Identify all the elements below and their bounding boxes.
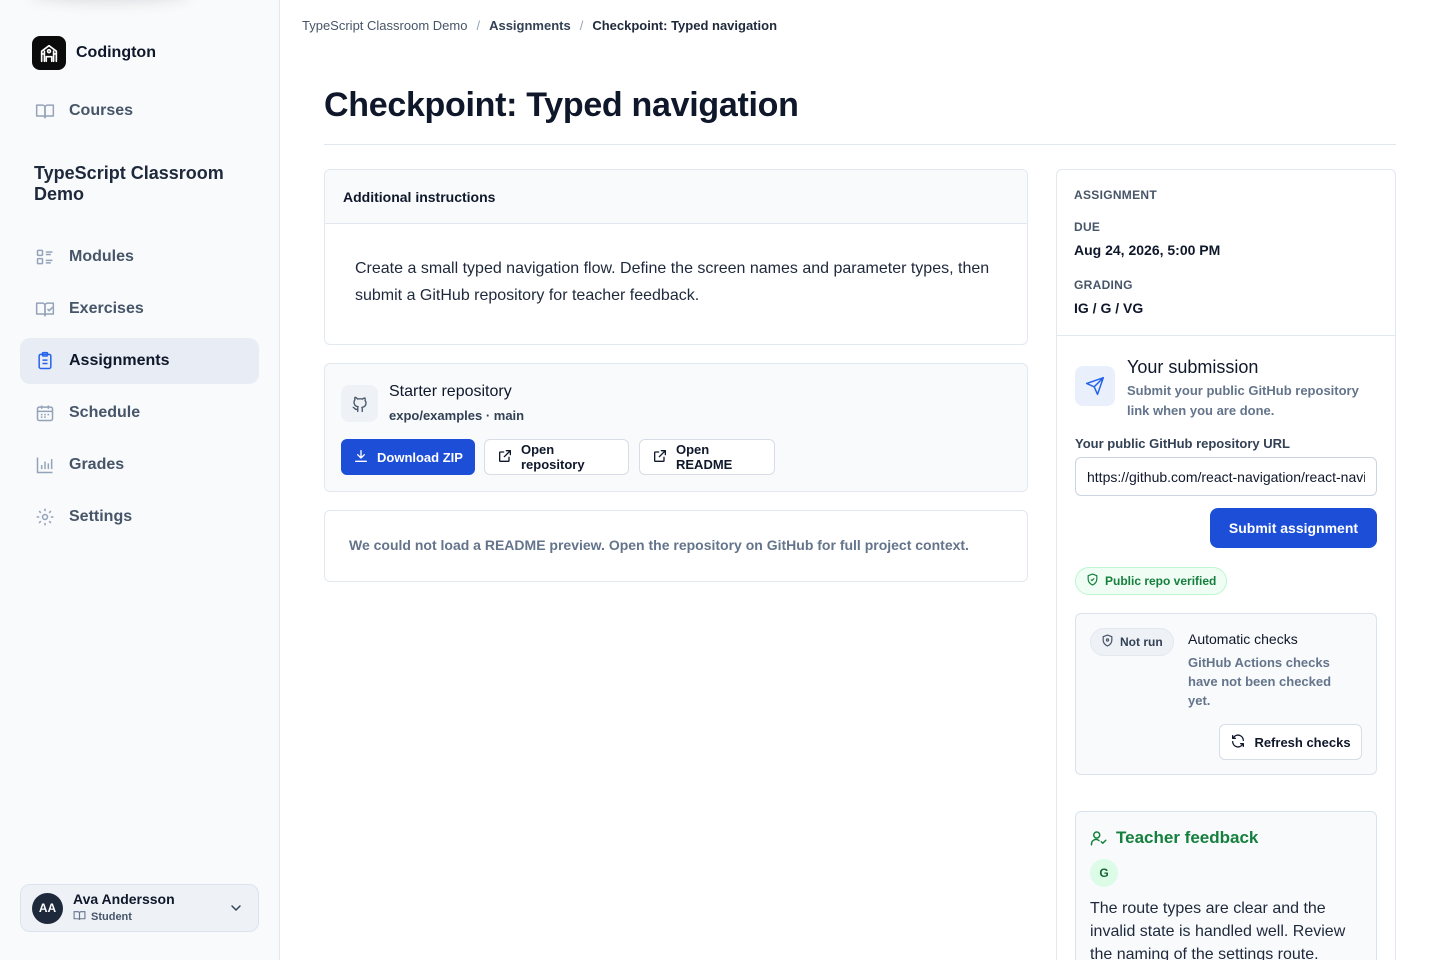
grading-label: GRADING bbox=[1074, 278, 1133, 292]
sidebar-item-label: Grades bbox=[69, 456, 125, 473]
breadcrumb-current: Checkpoint: Typed navigation bbox=[592, 18, 778, 33]
status-badge: Public repo verified bbox=[1075, 567, 1228, 595]
external-link-icon bbox=[652, 448, 668, 467]
brand-name: Codington bbox=[76, 44, 156, 61]
gear-icon bbox=[35, 507, 55, 527]
sidebar-item-label: Schedule bbox=[69, 404, 141, 421]
divider bbox=[1057, 335, 1395, 336]
user-menu[interactable]: AA Ava Andersson Student bbox=[20, 884, 259, 932]
starter-repo-card: Starter repository expo/examples · main … bbox=[324, 363, 1028, 492]
checks-title: Automatic checks bbox=[1188, 631, 1298, 647]
submission-description: Submit your public GitHub repository lin… bbox=[1127, 383, 1359, 418]
sidebar-item-label: Modules bbox=[69, 248, 134, 265]
submission-title: Your submission bbox=[1127, 357, 1259, 377]
checks-description: GitHub Actions checks have not been chec… bbox=[1188, 655, 1332, 708]
breadcrumb: TypeScript Classroom Demo / Assignments … bbox=[302, 18, 777, 33]
shield-icon bbox=[1101, 634, 1114, 650]
feedback-text: The route types are clear and the invali… bbox=[1090, 900, 1346, 960]
due-value: Aug 24, 2026, 5:00 PM bbox=[1074, 242, 1221, 258]
sidebar: Codington Courses TypeScript Classroom D… bbox=[0, 0, 280, 960]
sidebar-item-label: Exercises bbox=[69, 300, 144, 317]
assignment-section-label: ASSIGNMENT bbox=[1074, 188, 1158, 202]
refresh-checks-button[interactable]: Refresh checks bbox=[1219, 724, 1362, 760]
automatic-checks-card: Not run Automatic checks GitHub Actions … bbox=[1075, 613, 1377, 775]
sidebar-item-exercises[interactable]: Exercises bbox=[20, 286, 259, 332]
user-name: Ava Andersson bbox=[73, 891, 175, 907]
top-shadow bbox=[30, 0, 190, 4]
sidebar-item-settings[interactable]: Settings bbox=[20, 494, 259, 540]
readme-notice: We could not load a README preview. Open… bbox=[324, 510, 1028, 582]
repo-title: Starter repository bbox=[389, 383, 512, 400]
student-icon bbox=[73, 909, 86, 925]
download-icon bbox=[353, 448, 369, 467]
refresh-icon bbox=[1230, 733, 1246, 752]
breadcrumb-separator: / bbox=[579, 18, 584, 33]
due-label: DUE bbox=[1074, 220, 1101, 234]
feedback-title: Teacher feedback bbox=[1116, 828, 1259, 847]
assignment-panel: ASSIGNMENT DUE Aug 24, 2026, 5:00 PM GRA… bbox=[1056, 169, 1396, 960]
repo-branch: expo/examples · main bbox=[389, 408, 525, 423]
shield-check-icon bbox=[1086, 573, 1099, 589]
checks-status-label: Not run bbox=[1120, 635, 1163, 649]
instructions-heading: Additional instructions bbox=[325, 170, 1027, 224]
clipboard-icon bbox=[35, 351, 55, 371]
breadcrumb-course[interactable]: TypeScript Classroom Demo bbox=[302, 18, 467, 33]
open-readme-button[interactable]: Open README bbox=[639, 439, 775, 475]
calendar-icon bbox=[35, 403, 55, 423]
external-link-icon bbox=[497, 448, 513, 467]
user-role-label: Student bbox=[91, 911, 132, 923]
user-check-icon bbox=[1090, 829, 1108, 852]
page-title: Checkpoint: Typed navigation bbox=[324, 86, 799, 124]
school-logo-icon bbox=[32, 36, 66, 70]
send-icon bbox=[1075, 366, 1115, 406]
verified-label: Public repo verified bbox=[1105, 574, 1217, 588]
sidebar-item-label: Settings bbox=[69, 508, 133, 525]
breadcrumb-assignments[interactable]: Assignments bbox=[489, 18, 571, 33]
open-readme-label: Open README bbox=[676, 442, 733, 472]
sidebar-item-label: Courses bbox=[69, 102, 134, 119]
grade-badge: G bbox=[1090, 859, 1118, 887]
sidebar-item-modules[interactable]: Modules bbox=[20, 234, 259, 280]
divider bbox=[324, 144, 1396, 145]
download-zip-label: Download ZIP bbox=[377, 449, 463, 465]
exercises-icon bbox=[35, 299, 55, 319]
course-title: TypeScript Classroom Demo bbox=[34, 163, 224, 204]
refresh-checks-label: Refresh checks bbox=[1254, 734, 1351, 750]
book-open-icon bbox=[35, 101, 55, 121]
breadcrumb-separator: / bbox=[476, 18, 481, 33]
checks-status-badge: Not run bbox=[1090, 628, 1174, 656]
open-repository-button[interactable]: Open repository bbox=[484, 439, 629, 475]
download-zip-button[interactable]: Download ZIP bbox=[341, 439, 475, 475]
user-role: Student bbox=[73, 909, 175, 925]
open-repository-label: Open repository bbox=[521, 442, 585, 472]
teacher-feedback-card: Teacher feedback G The route types are c… bbox=[1075, 811, 1377, 960]
brand[interactable]: Codington bbox=[32, 36, 156, 70]
sidebar-item-label: Assignments bbox=[69, 352, 170, 369]
repo-url-label: Your public GitHub repository URL bbox=[1075, 436, 1290, 451]
bar-chart-icon bbox=[35, 455, 55, 475]
instructions-card: Additional instructions Create a small t… bbox=[324, 169, 1028, 345]
sidebar-item-assignments[interactable]: Assignments bbox=[20, 338, 259, 384]
modules-icon bbox=[35, 247, 55, 267]
github-icon bbox=[341, 385, 378, 422]
grading-value: IG / G / VG bbox=[1074, 300, 1144, 316]
sidebar-item-courses[interactable]: Courses bbox=[20, 88, 259, 134]
chevron-down-icon[interactable] bbox=[228, 900, 244, 921]
submit-assignment-button[interactable]: Submit assignment bbox=[1210, 508, 1377, 548]
repo-url-input[interactable] bbox=[1075, 457, 1377, 496]
sidebar-item-grades[interactable]: Grades bbox=[20, 442, 259, 488]
sidebar-item-schedule[interactable]: Schedule bbox=[20, 390, 259, 436]
avatar: AA bbox=[32, 892, 63, 924]
instructions-body: Create a small typed navigation flow. De… bbox=[355, 260, 990, 304]
